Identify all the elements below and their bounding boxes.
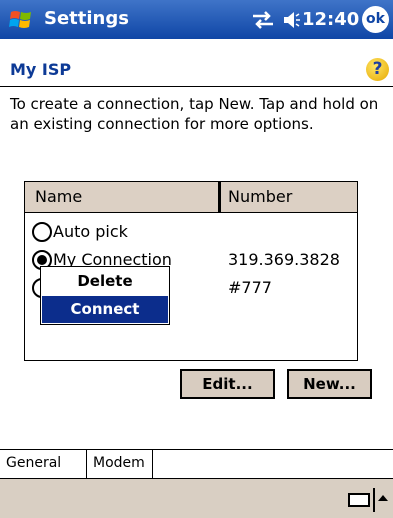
windows-start-icon[interactable] <box>8 8 34 32</box>
list-header: Name Number <box>25 182 357 213</box>
page-title: My ISP <box>10 60 72 79</box>
list-item[interactable]: Auto pick <box>25 219 357 247</box>
instructions-text: To create a connection, tap New. Tap and… <box>10 95 379 133</box>
connection-number: 319.369.3828 <box>228 250 340 269</box>
command-bar <box>0 478 393 518</box>
column-header-name[interactable]: Name <box>35 187 82 206</box>
edit-button[interactable]: Edit... <box>180 369 275 399</box>
tab-modem[interactable]: Modem <box>87 450 153 478</box>
connectivity-icon[interactable] <box>251 10 275 30</box>
context-menu: Delete Connect <box>40 266 170 325</box>
title-bar: Settings 12:40 ok <box>0 0 393 39</box>
tab-bar: General Modem <box>0 449 393 478</box>
menu-item-connect[interactable]: Connect <box>42 296 168 323</box>
help-icon[interactable]: ? <box>366 58 389 81</box>
page-header: My ISP ? <box>0 56 393 84</box>
keyboard-icon[interactable] <box>348 493 370 507</box>
menu-item-delete[interactable]: Delete <box>42 268 168 295</box>
radio-button[interactable] <box>32 222 52 242</box>
input-panel-divider <box>373 488 375 512</box>
tab-general[interactable]: General <box>0 450 87 478</box>
connection-number: #777 <box>228 278 272 297</box>
app-title[interactable]: Settings <box>44 8 129 29</box>
clock[interactable]: 12:40 <box>302 9 359 30</box>
new-button[interactable]: New... <box>287 369 372 399</box>
column-divider[interactable] <box>218 182 221 212</box>
chevron-up-icon[interactable] <box>378 495 388 501</box>
volume-icon[interactable] <box>282 9 302 31</box>
connection-name: Auto pick <box>53 222 128 241</box>
column-header-number[interactable]: Number <box>228 187 292 206</box>
ok-button[interactable]: ok <box>362 6 389 33</box>
header-divider <box>0 86 393 87</box>
